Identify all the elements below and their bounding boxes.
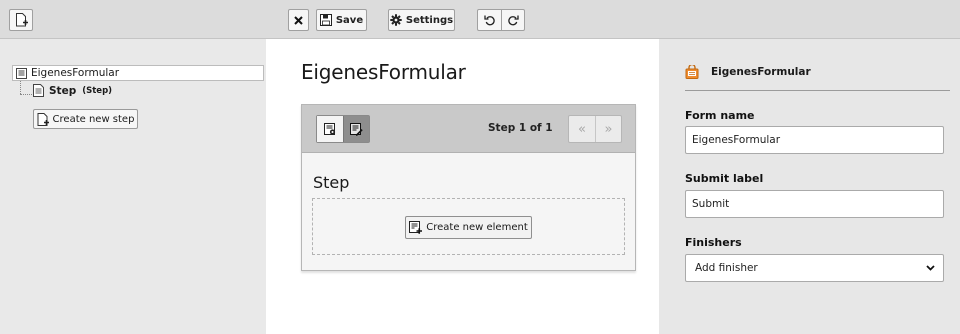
form-title: EigenesFormular bbox=[301, 60, 466, 84]
next-step-button[interactable]: » bbox=[595, 116, 621, 142]
close-button[interactable] bbox=[288, 9, 309, 31]
previous-step-button[interactable]: « bbox=[569, 116, 595, 142]
step-header: Step 1 of 1 « » bbox=[302, 105, 635, 153]
submit-label-input[interactable]: Submit bbox=[685, 190, 944, 218]
close-icon bbox=[294, 15, 303, 25]
edit-form-icon bbox=[350, 122, 363, 136]
step-counter: Step 1 of 1 bbox=[488, 122, 553, 134]
create-new-element-button[interactable]: Create new element bbox=[405, 216, 532, 239]
tree-step-label: Step bbox=[49, 84, 77, 97]
create-new-step-button[interactable]: Create new step bbox=[33, 109, 138, 129]
preview-mode-button[interactable] bbox=[317, 116, 343, 142]
undo-redo-group bbox=[477, 9, 525, 31]
create-new-step-label: Create new step bbox=[52, 113, 135, 125]
finishers-select[interactable]: Add finisher bbox=[685, 254, 944, 282]
redo-icon bbox=[508, 15, 519, 26]
new-form-button[interactable] bbox=[9, 9, 33, 31]
double-chevron-right-icon: » bbox=[604, 121, 613, 137]
submit-label-label: Submit label bbox=[685, 172, 764, 185]
preview-icon bbox=[323, 122, 335, 135]
view-mode-group bbox=[316, 115, 370, 143]
save-label: Save bbox=[335, 14, 364, 26]
settings-label: Settings bbox=[405, 14, 454, 26]
inspector-title: EigenesFormular bbox=[711, 66, 811, 78]
abstract-mode-button[interactable] bbox=[343, 116, 369, 142]
tree-item-step[interactable]: Step (Step) bbox=[33, 84, 112, 97]
element-add-icon bbox=[409, 221, 423, 234]
undo-button[interactable] bbox=[478, 10, 501, 30]
settings-button[interactable]: Settings bbox=[388, 9, 455, 31]
double-chevron-left-icon: « bbox=[578, 121, 586, 137]
module-toolbar: Save Settings bbox=[0, 0, 960, 39]
document-add-icon bbox=[15, 13, 28, 27]
tree-item-form-root[interactable]: EigenesFormular bbox=[12, 65, 264, 81]
form-name-input[interactable]: EigenesFormular bbox=[685, 126, 944, 154]
tree-step-type: (Step) bbox=[82, 85, 113, 96]
redo-button[interactable] bbox=[501, 10, 524, 30]
create-new-element-label: Create new element bbox=[426, 222, 528, 233]
tree-connector bbox=[20, 94, 32, 95]
page-add-icon bbox=[37, 112, 49, 126]
form-icon bbox=[685, 65, 699, 79]
step-pager: « » bbox=[568, 115, 622, 143]
finishers-selected-value: Add finisher bbox=[695, 262, 758, 274]
form-icon bbox=[16, 67, 27, 79]
chevron-down-icon bbox=[926, 265, 935, 271]
step-card: Step 1 of 1 « » Step Create new element bbox=[301, 104, 636, 271]
gear-icon bbox=[390, 14, 402, 26]
tree-root-label: EigenesFormular bbox=[31, 67, 120, 79]
page-icon bbox=[33, 84, 44, 97]
element-drop-zone: Create new element bbox=[312, 198, 625, 255]
form-name-label: Form name bbox=[685, 109, 755, 122]
form-tree-panel: EigenesFormular Step (Step) Create new s… bbox=[0, 39, 266, 334]
form-stage: EigenesFormular Step 1 of 1 « » Step Cre… bbox=[266, 39, 659, 334]
save-button[interactable]: Save bbox=[316, 9, 367, 31]
inspector-divider bbox=[685, 90, 950, 91]
inspector-panel: EigenesFormular Form name EigenesFormula… bbox=[659, 39, 960, 334]
undo-icon bbox=[483, 15, 495, 26]
finishers-label: Finishers bbox=[685, 236, 742, 249]
inspector-header: EigenesFormular bbox=[685, 65, 811, 79]
tree-connector bbox=[20, 81, 21, 94]
floppy-disk-icon bbox=[319, 14, 332, 26]
step-title: Step bbox=[313, 173, 350, 192]
